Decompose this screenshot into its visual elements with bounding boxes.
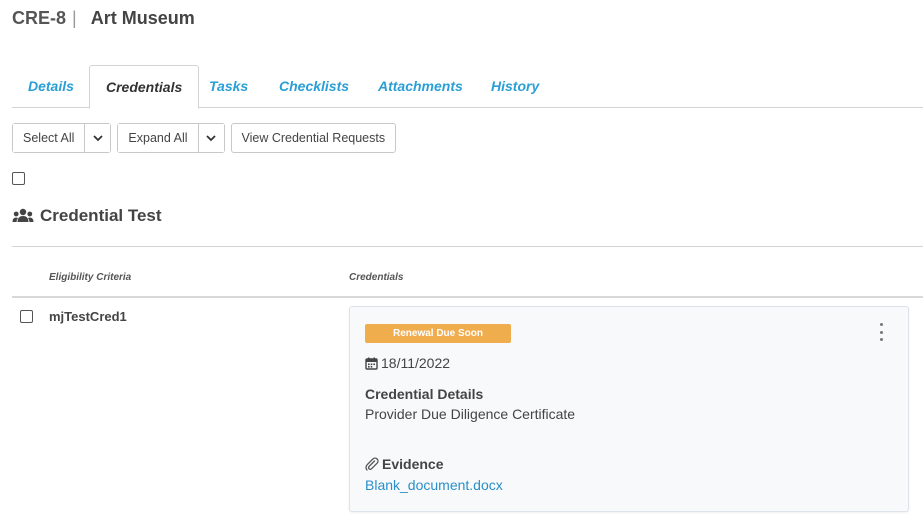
evidence-label-text: Evidence [382,456,444,472]
paperclip-icon [365,457,379,471]
more-options-icon[interactable] [878,323,884,341]
select-all-group: Select All [12,123,112,153]
page-header: CRE-8 | Art Museum [12,8,195,29]
divider [12,246,923,247]
evidence-label: Evidence [365,456,443,472]
view-credential-requests-button[interactable]: View Credential Requests [230,123,397,153]
row-checkbox[interactable] [20,310,33,323]
tab-bar: Details Credentials Tasks Checklists Att… [12,65,923,109]
column-header-credentials: Credentials [349,272,404,283]
credential-details-label: Credential Details [365,386,484,402]
record-code: CRE-8 [12,8,67,28]
users-icon [12,208,34,222]
column-header-eligibility: Eligibility Criteria [49,272,132,283]
calendar-icon [365,357,378,370]
page-title: Art Museum [90,8,195,28]
tab-credentials[interactable]: Credentials [89,65,200,109]
evidence-file-link[interactable]: Blank_document.docx [365,477,503,493]
header-separator: | [72,8,77,28]
credential-date: 18/11/2022 [365,355,450,371]
credential-card: Renewal Due Soon 18/11/2022 Credential D… [349,306,909,512]
tab-checklists[interactable]: Checklists [263,65,365,108]
chevron-down-icon [206,134,216,141]
table-header-divider [12,296,923,298]
toolbar: Select All Expand All View Credential Re… [12,123,397,153]
credential-details-value: Provider Due Diligence Certificate [365,406,576,422]
date-value: 18/11/2022 [381,355,451,371]
chevron-down-icon [93,134,103,141]
section-header: Credential Test [12,206,162,226]
select-all-button[interactable]: Select All [13,124,85,152]
expand-all-button[interactable]: Expand All [118,124,198,152]
tab-history[interactable]: History [475,65,555,108]
select-all-checkbox[interactable] [12,172,25,185]
status-badge: Renewal Due Soon [365,324,511,343]
expand-all-dropdown-button[interactable] [197,124,224,152]
select-all-dropdown-button[interactable] [84,124,111,152]
eligibility-criteria-name: mjTestCred1 [49,309,127,324]
tab-attachments[interactable]: Attachments [362,65,479,108]
expand-all-group: Expand All [117,123,225,153]
tab-tasks[interactable]: Tasks [193,65,264,108]
tab-details[interactable]: Details [12,65,90,108]
section-title: Credential Test [40,206,162,225]
